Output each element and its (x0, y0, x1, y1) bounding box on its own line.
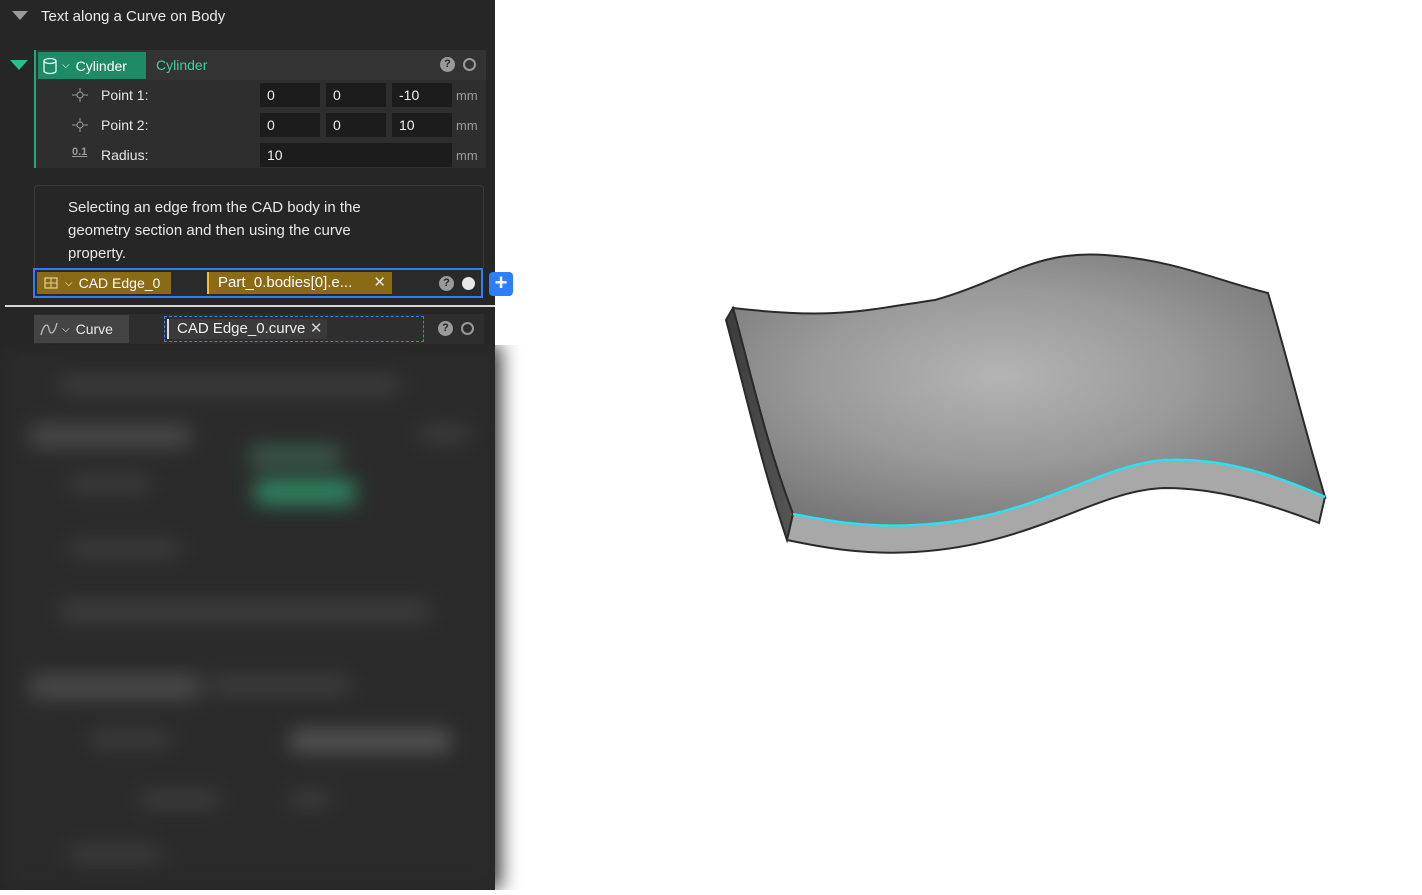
unit-label: mm (456, 88, 478, 103)
section-header[interactable]: Text along a Curve on Body (0, 0, 495, 34)
expand-triangle-icon[interactable] (10, 60, 28, 70)
clear-icon[interactable]: ✕ (310, 319, 323, 339)
section-title: Text along a Curve on Body (41, 8, 226, 25)
unit-label: mm (456, 148, 478, 163)
point2-row: Point 2: 0 0 10 mm (36, 110, 486, 140)
cylinder-name[interactable]: Cylinder (156, 57, 207, 73)
curve-chip-label: Curve (75, 321, 113, 337)
blurred-panel-region (0, 345, 535, 890)
description-box: Selecting an edge from the CAD body in t… (34, 185, 484, 268)
curve-type-chip[interactable]: ⌵ Curve (34, 315, 129, 343)
cylinder-header: ⌵ Cylinder Cylinder ? (36, 50, 486, 80)
cylinder-block: ⌵ Cylinder Cylinder ? Point 1: 0 0 -10 m… (34, 50, 486, 168)
curve-reference-field[interactable]: CAD Edge_0.curve ✕ (164, 316, 424, 342)
chevron-down-icon[interactable]: ⌵ (62, 324, 70, 335)
point-icon (72, 88, 88, 102)
point-icon (72, 118, 88, 132)
cylinder-icon (43, 57, 57, 74)
visibility-toggle[interactable] (462, 277, 475, 290)
cad-edge-type-chip[interactable]: ⌵ CAD Edge_0 (37, 272, 171, 294)
point1-x-input[interactable]: 0 (260, 83, 320, 107)
cylinder-type-chip[interactable]: ⌵ Cylinder (38, 52, 146, 79)
clear-icon[interactable]: ✕ (373, 272, 386, 294)
radius-row: 0.1 Radius: 10 mm (36, 140, 486, 170)
cad-edge-reference-value: Part_0.bodies[0].e... (218, 274, 353, 291)
help-icon[interactable]: ? (438, 321, 453, 336)
cad-edge-row[interactable]: ⌵ CAD Edge_0 Part_0.bodies[0].e... ✕ ? (33, 268, 483, 298)
cad-edge-icon (44, 277, 58, 289)
visibility-toggle[interactable] (461, 322, 474, 335)
collapse-triangle-icon[interactable] (12, 11, 28, 20)
add-button[interactable]: + (489, 272, 513, 296)
curve-row[interactable]: ⌵ Curve CAD Edge_0.curve ✕ ? (34, 314, 484, 344)
chevron-down-icon[interactable]: ⌵ (62, 60, 70, 71)
3d-viewport[interactable] (535, 0, 1422, 890)
cad-body-render[interactable] (535, 0, 1422, 890)
point2-y-input[interactable]: 0 (326, 113, 386, 137)
point2-z-input[interactable]: 10 (392, 113, 452, 137)
visibility-toggle[interactable] (463, 58, 476, 71)
cad-edge-reference-field[interactable]: Part_0.bodies[0].e... ✕ (207, 272, 392, 294)
curve-icon (40, 322, 58, 336)
point1-label: Point 1: (101, 87, 149, 103)
radius-label: Radius: (101, 147, 149, 163)
radius-input[interactable]: 10 (260, 143, 452, 167)
description-text: Selecting an edge from the CAD body in t… (68, 199, 361, 262)
cad-edge-chip-label: CAD Edge_0 (78, 275, 161, 291)
point2-label: Point 2: (101, 117, 149, 133)
point2-x-input[interactable]: 0 (260, 113, 320, 137)
curve-reference-tag: CAD Edge_0.curve ✕ (167, 319, 328, 339)
point1-y-input[interactable]: 0 (326, 83, 386, 107)
number-icon: 0.1 (72, 146, 88, 158)
point1-z-input[interactable]: -10 (392, 83, 452, 107)
drop-indicator-line (5, 305, 495, 307)
help-icon[interactable]: ? (439, 276, 454, 291)
chevron-down-icon[interactable]: ⌵ (65, 278, 73, 289)
unit-label: mm (456, 118, 478, 133)
help-icon[interactable]: ? (440, 57, 455, 72)
point1-row: Point 1: 0 0 -10 mm (36, 80, 486, 110)
cylinder-chip-label: Cylinder (75, 57, 127, 74)
curve-reference-value: CAD Edge_0.curve (177, 320, 306, 337)
